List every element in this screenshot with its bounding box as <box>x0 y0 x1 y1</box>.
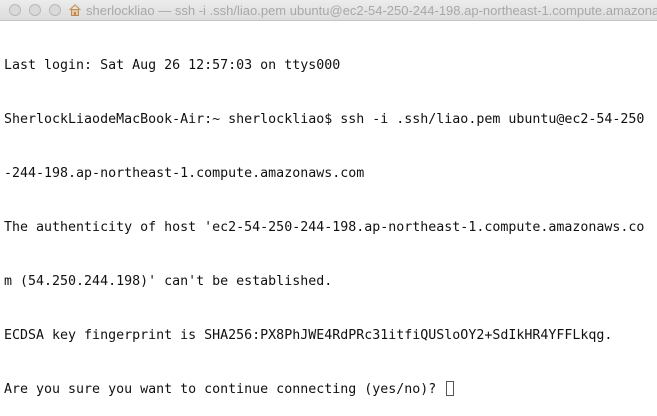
zoom-button[interactable] <box>49 4 61 16</box>
text-cursor <box>446 381 455 396</box>
terminal-line: ECDSA key fingerprint is SHA256:PX8PhJWE… <box>4 328 613 343</box>
title-bar[interactable]: sherlockliao — ssh -i .ssh/liao.pem ubun… <box>0 0 657 21</box>
terminal-prompt-line[interactable]: Are you sure you want to continue connec… <box>4 381 653 399</box>
terminal-line: The authenticity of host 'ec2-54-250-244… <box>4 220 645 235</box>
close-button[interactable] <box>9 4 21 16</box>
minimize-button[interactable] <box>29 4 41 16</box>
terminal-output[interactable]: Last login: Sat Aug 26 12:57:03 on ttys0… <box>4 21 653 416</box>
terminal-line: -244-198.ap-northeast-1.compute.amazonaw… <box>4 166 365 181</box>
terminal-line: SherlockLiaodeMacBook-Air:~ sherlockliao… <box>4 112 645 127</box>
terminal-line: Last login: Sat Aug 26 12:57:03 on ttys0… <box>4 58 341 73</box>
terminal-prompt-text: Are you sure you want to continue connec… <box>4 382 445 397</box>
window-title: sherlockliao — ssh -i .ssh/liao.pem ubun… <box>86 3 657 18</box>
home-icon <box>69 4 81 16</box>
terminal-line: m (54.250.244.198)' can't be established… <box>4 274 333 289</box>
terminal-window: sherlockliao — ssh -i .ssh/liao.pem ubun… <box>0 0 657 416</box>
